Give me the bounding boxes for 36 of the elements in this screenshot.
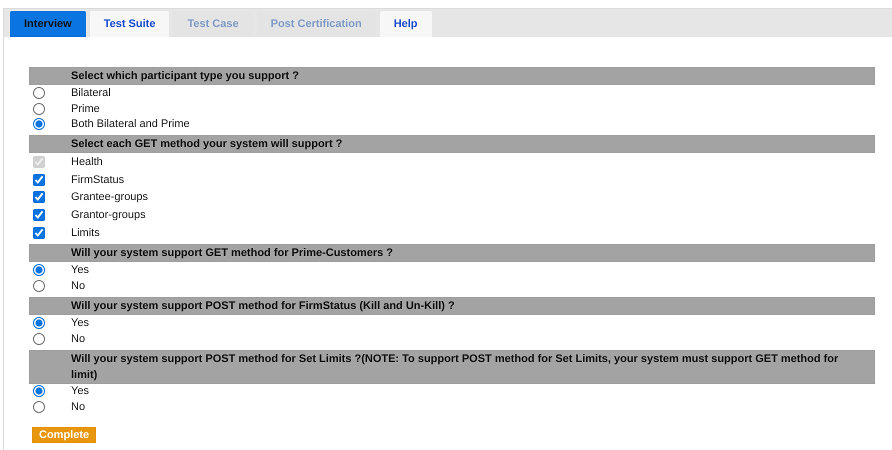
checkbox[interactable]	[33, 226, 45, 239]
option-label: No	[71, 401, 86, 414]
radio-button[interactable]	[33, 385, 45, 398]
radio-button[interactable]	[33, 102, 45, 115]
radio-button[interactable]	[33, 118, 45, 130]
tab[interactable]: Interview	[10, 11, 86, 37]
option-label: FirmStatus	[71, 174, 124, 186]
option-label: Yes	[71, 385, 89, 398]
radio-button[interactable]	[33, 280, 45, 292]
checkbox[interactable]	[33, 191, 45, 204]
option-label: Prime	[71, 102, 100, 115]
option-label: Yes	[71, 316, 89, 329]
checkbox[interactable]	[33, 208, 45, 221]
option-label: Health	[71, 156, 103, 168]
complete-button[interactable]: Complete	[32, 427, 96, 444]
question-header: Select each GET method your system will support ?	[29, 135, 875, 154]
radio-button[interactable]	[33, 316, 45, 329]
option-label: Bilateral	[71, 86, 111, 99]
radio-button[interactable]	[33, 332, 45, 345]
radio-button[interactable]	[33, 86, 45, 99]
option-label: Yes	[71, 264, 89, 276]
question-header: Will your system support GET method for Prime-Customers ?	[29, 244, 875, 262]
tab[interactable]: Test Suite	[90, 11, 170, 37]
radio-button[interactable]	[33, 264, 45, 276]
tab[interactable]: Help	[380, 11, 432, 37]
option-label: Limits	[71, 226, 100, 239]
question-header: Will your system support POST method for Set Limits ?(NOTE: To support POST method for Set Limits, your system must support GET method for limit)	[29, 350, 875, 384]
option-label: Both Bilateral and Prime	[71, 118, 190, 130]
option-label: Grantee-groups	[71, 191, 148, 204]
checkbox[interactable]	[33, 174, 45, 186]
option-label: No	[71, 332, 86, 345]
question-header: Select which participant type you support ?	[29, 67, 875, 85]
option-label: Grantor-groups	[71, 208, 146, 221]
option-label: No	[71, 280, 86, 292]
question-header: Will your system support POST method for FirmStatus (Kill and Un-Kill) ?	[29, 296, 875, 315]
radio-button[interactable]	[33, 401, 45, 414]
